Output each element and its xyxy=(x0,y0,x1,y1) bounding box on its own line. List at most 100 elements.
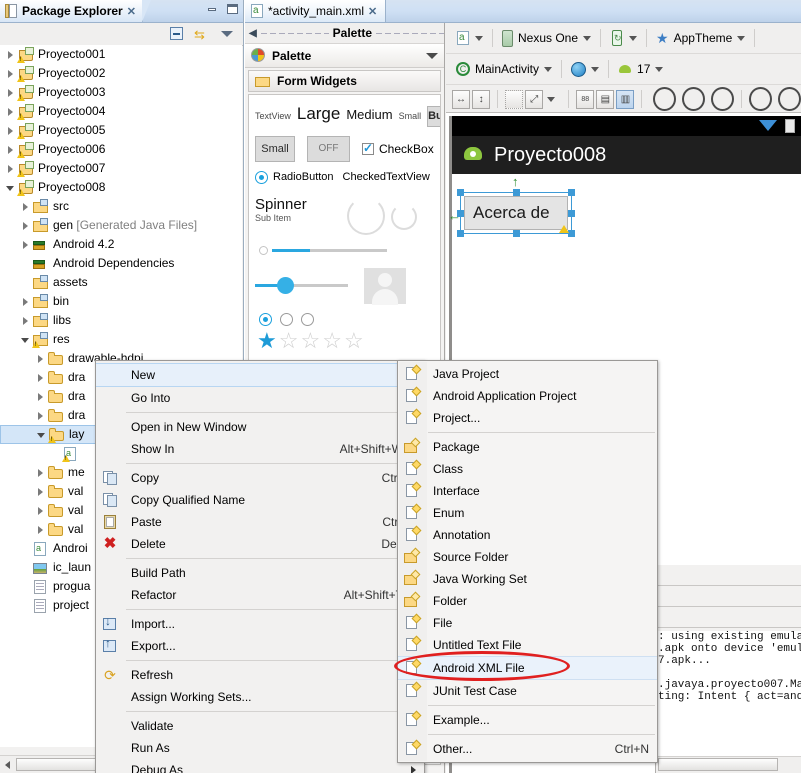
resize-handle-e[interactable] xyxy=(568,210,575,217)
tree-item-proyecto004[interactable]: Proyecto004 xyxy=(0,102,242,121)
submenu-item-interface[interactable]: Interface xyxy=(398,480,657,502)
match-height-icon[interactable]: ↕ xyxy=(472,89,491,109)
close-icon[interactable]: ✕ xyxy=(368,5,377,18)
menu-item-refresh[interactable]: ⟳RefreshF5 xyxy=(96,664,424,686)
tree-item-proyecto008[interactable]: Proyecto008 xyxy=(0,178,242,197)
widget-small-text[interactable]: Small xyxy=(399,111,422,121)
properties-icon[interactable]: ▥ xyxy=(616,89,635,109)
tree-item-proyecto007[interactable]: Proyecto007 xyxy=(0,159,242,178)
tree-twisty-closed[interactable] xyxy=(4,64,17,83)
device-chooser[interactable]: Nexus One xyxy=(498,26,595,50)
palette-collapse-icon[interactable]: ◀ xyxy=(249,28,257,39)
submenu-item-java-project[interactable]: Java Project xyxy=(398,363,657,385)
chevron-down-icon[interactable] xyxy=(737,35,746,41)
submenu-item-class[interactable]: Class xyxy=(398,458,657,480)
menu-item-refactor[interactable]: Refactor Alt+Shift+T xyxy=(96,584,424,606)
tree-twisty-closed[interactable] xyxy=(19,197,32,216)
ratingbar-star-2[interactable]: ☆ xyxy=(279,329,299,352)
config-chooser[interactable]: a xyxy=(452,26,487,50)
tree-item-src[interactable]: src xyxy=(0,197,242,216)
zoom-actual-icon[interactable] xyxy=(711,87,735,111)
menu-item-show-in[interactable]: Show In Alt+Shift+W xyxy=(96,438,424,460)
menu-item-paste[interactable]: PasteCtrl+V xyxy=(96,511,424,533)
submenu-item-package[interactable]: Package xyxy=(398,436,657,458)
widget-spinner-label[interactable]: Spinner xyxy=(255,196,307,213)
menu-item-new[interactable]: New xyxy=(96,363,424,387)
select-all-icon[interactable] xyxy=(505,89,524,109)
tree-twisty-closed[interactable] xyxy=(34,387,47,406)
radio-group-item-1[interactable] xyxy=(259,312,272,326)
tree-item-bin[interactable]: bin xyxy=(0,292,242,311)
widget-button[interactable]: Button xyxy=(427,105,440,127)
tree-twisty-closed[interactable] xyxy=(4,159,17,178)
submenu-item-annotation[interactable]: Annotation xyxy=(398,524,657,546)
scroll-left-arrow[interactable] xyxy=(0,757,14,772)
tree-twisty-closed[interactable] xyxy=(34,501,47,520)
tree-twisty-closed[interactable] xyxy=(4,140,17,159)
chevron-down-icon[interactable] xyxy=(547,96,556,102)
menu-item-build-path[interactable]: Build Path xyxy=(96,562,424,584)
tree-twisty-closed[interactable] xyxy=(4,83,17,102)
widget-toggle-button[interactable]: OFF xyxy=(307,135,350,162)
ratingbar-star-5[interactable]: ☆ xyxy=(344,329,364,352)
submenu-item-java-working-set[interactable]: Java Working Set xyxy=(398,568,657,590)
zoom-100-icon[interactable] xyxy=(682,87,706,111)
close-icon[interactable]: ✕ xyxy=(127,5,136,18)
menu-item-run-as[interactable]: Run As xyxy=(96,737,424,759)
tree-twisty-closed[interactable] xyxy=(19,311,32,330)
tab-activity-main-xml[interactable]: a *activity_main.xml ✕ xyxy=(245,0,387,22)
tree-twisty-closed[interactable] xyxy=(4,45,17,64)
tree-item-libs[interactable]: libs xyxy=(0,311,242,330)
minimize-icon[interactable] xyxy=(206,3,219,15)
tree-twisty-closed[interactable] xyxy=(4,121,17,140)
tree-twisty-closed[interactable] xyxy=(19,235,32,254)
chevron-down-icon[interactable] xyxy=(475,35,483,41)
selected-widget-outline[interactable]: Acerca de xyxy=(457,189,575,237)
zoom-in-icon[interactable] xyxy=(778,87,801,111)
submenu-item-source-folder[interactable]: Source Folder xyxy=(398,546,657,568)
menu-item-copy[interactable]: CopyCtrl+C xyxy=(96,467,424,489)
widget-large-text[interactable]: Large xyxy=(297,104,340,124)
submenu-item-android-application-project[interactable]: Android Application Project xyxy=(398,385,657,407)
tree-item-proyecto002[interactable]: Proyecto002 xyxy=(0,64,242,83)
resize-handle-nw[interactable] xyxy=(457,189,464,196)
chevron-down-icon[interactable] xyxy=(544,66,553,72)
submenu-item-untitled-text-file[interactable]: Untitled Text File xyxy=(398,634,657,656)
submenu-item-other[interactable]: Other... Ctrl+N xyxy=(398,738,657,760)
widget-textview[interactable]: TextView xyxy=(255,111,291,121)
tab-package-explorer[interactable]: Package Explorer ✕ xyxy=(0,0,151,22)
tree-item-proyecto006[interactable]: Proyecto006 xyxy=(0,140,242,159)
widget-checkbox-box[interactable] xyxy=(362,141,374,155)
resize-handle-n[interactable] xyxy=(513,189,520,196)
button-acerca-de[interactable]: Acerca de xyxy=(464,196,568,230)
tree-twisty-closed[interactable] xyxy=(34,482,47,501)
locale-chooser[interactable] xyxy=(567,57,603,81)
tree-twisty-closed[interactable] xyxy=(4,102,17,121)
widget-checkbox-label[interactable]: CheckBox xyxy=(379,142,434,156)
submenu-item-folder[interactable]: Folder xyxy=(398,590,657,612)
seekbar-thumb[interactable] xyxy=(277,277,294,294)
submenu-item-file[interactable]: File xyxy=(398,612,657,634)
chevron-down-icon[interactable] xyxy=(583,35,592,41)
tree-item-gen[interactable]: gen [Generated Java Files] xyxy=(0,216,242,235)
tree-twisty-closed[interactable] xyxy=(19,292,32,311)
menu-item-assign-working-sets[interactable]: Assign Working Sets... xyxy=(96,686,424,708)
expand-icon[interactable]: ⤢ xyxy=(525,89,544,109)
submenu-item-junit-test-case[interactable]: JUnit Test Case xyxy=(398,680,657,702)
progress-ring-large-icon[interactable] xyxy=(346,196,385,235)
console-scrollbar[interactable] xyxy=(656,756,801,773)
tree-twisty-closed[interactable] xyxy=(34,368,47,387)
layout-icon[interactable]: ▤ xyxy=(596,89,615,109)
menu-item-validate[interactable]: Validate xyxy=(96,715,424,737)
progress-ring-small-icon[interactable] xyxy=(390,203,417,230)
tree-twisty-open[interactable] xyxy=(19,330,32,349)
tree-twisty-closed[interactable] xyxy=(34,406,47,425)
theme-chooser[interactable]: ★ AppTheme xyxy=(652,26,749,50)
imageview-placeholder-icon[interactable] xyxy=(364,267,406,305)
tree-item-proyecto003[interactable]: Proyecto003 xyxy=(0,83,242,102)
tree-item-proyecto001[interactable]: Proyecto001 xyxy=(0,45,242,64)
ratingbar-star-1[interactable]: ★ xyxy=(257,329,277,352)
tree-twisty-open[interactable] xyxy=(35,425,48,444)
tree-item-android-dependencies[interactable]: Android Dependencies xyxy=(0,254,242,273)
tree-twisty-closed[interactable] xyxy=(34,463,47,482)
